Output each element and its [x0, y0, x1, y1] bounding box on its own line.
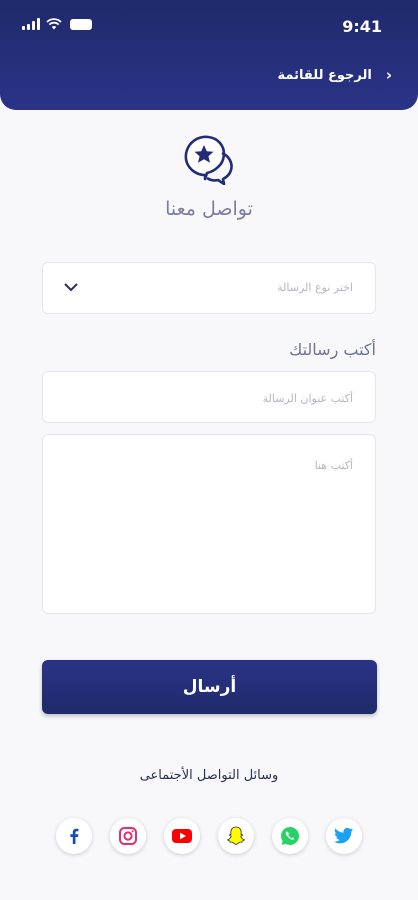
back-to-list-button[interactable]: ‹ الرجوع للقائمة	[278, 66, 392, 84]
snapchat-icon[interactable]	[218, 818, 254, 854]
status-icons	[22, 18, 92, 30]
social-media-title: وسائل التواصل الأجتماعى	[139, 768, 279, 783]
section-label-write-message: أكتب رسالتك	[289, 340, 376, 359]
header-bar: 9:41 ‹ الرجوع للقائمة	[0, 0, 418, 110]
instagram-icon[interactable]	[110, 818, 146, 854]
status-time: 9:41	[342, 17, 382, 36]
page-title: تواصل معنا	[165, 198, 253, 220]
signal-icon	[22, 18, 40, 30]
message-body-placeholder: أكتب هنا	[314, 459, 353, 472]
social-icons-row	[56, 818, 364, 854]
twitter-icon[interactable]	[326, 818, 362, 854]
message-type-select[interactable]: اختر نوع الرسالة	[42, 262, 376, 314]
message-subject-placeholder: أكتب عنوان الرسالة	[262, 392, 353, 405]
message-subject-input[interactable]: أكتب عنوان الرسالة	[42, 371, 376, 423]
chevron-left-icon: ‹	[385, 66, 392, 84]
chevron-down-icon	[64, 283, 78, 292]
battery-icon	[70, 18, 92, 30]
back-label: الرجوع للقائمة	[277, 67, 372, 83]
message-type-placeholder: اختر نوع الرسالة	[277, 281, 353, 294]
whatsapp-icon[interactable]	[272, 818, 308, 854]
send-button[interactable]: أرسال	[42, 660, 377, 714]
wifi-icon	[46, 18, 62, 30]
chat-star-icon	[184, 135, 233, 185]
youtube-icon[interactable]	[164, 818, 200, 854]
message-body-textarea[interactable]: أكتب هنا	[42, 434, 376, 614]
facebook-icon[interactable]	[56, 818, 92, 854]
